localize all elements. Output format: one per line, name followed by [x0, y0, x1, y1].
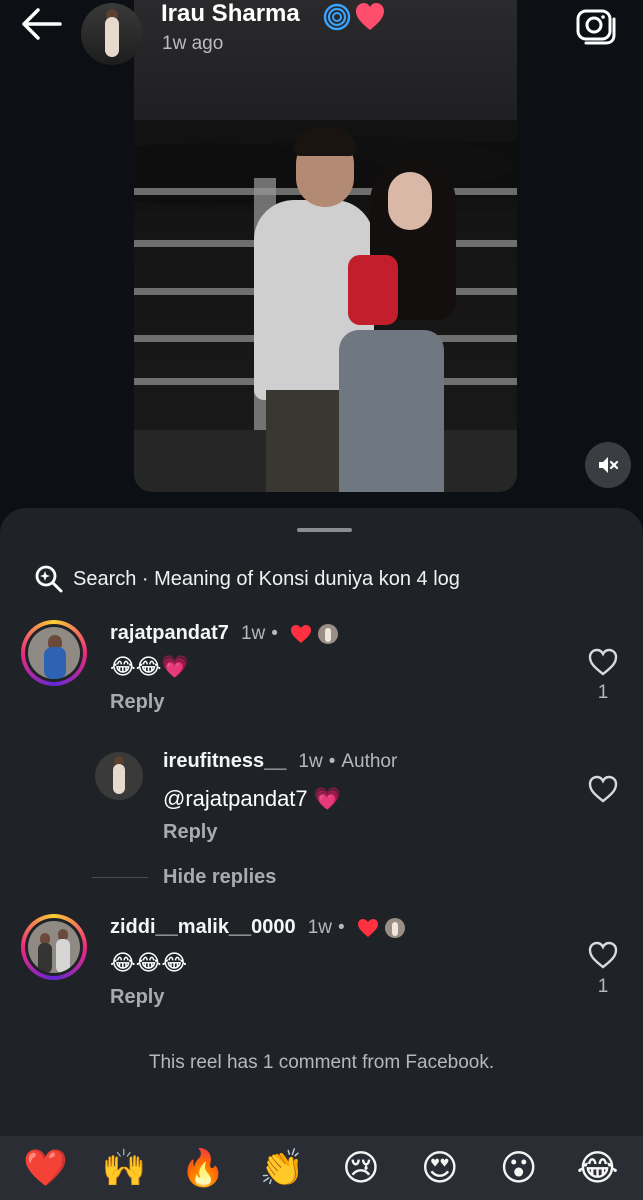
video-person — [294, 128, 356, 156]
like-count: 1 — [597, 976, 609, 997]
author-mini-avatar — [384, 917, 405, 938]
video-person — [388, 172, 432, 230]
meta-separator: • — [328, 750, 336, 772]
emoji-crying-button[interactable]: 😢 — [333, 1148, 389, 1188]
author-liked-heart-icon — [290, 624, 311, 643]
emoji-heart-button[interactable]: ❤️ — [17, 1148, 73, 1188]
meta-separator: • — [337, 916, 345, 938]
hide-replies-button[interactable]: Hide replies — [163, 866, 276, 889]
comment-time: 1w — [240, 622, 266, 644]
video-person — [339, 330, 444, 492]
comment-text: 😂😂💗 — [110, 654, 189, 679]
emoji-clap-button[interactable]: 👏 — [254, 1148, 310, 1188]
like-count: 1 — [597, 682, 609, 703]
commenter-avatar[interactable] — [21, 620, 87, 686]
author-name[interactable]: Irau Sharma — [161, 0, 300, 28]
speaker-muted-icon — [599, 457, 619, 473]
reply-avatar[interactable] — [95, 752, 143, 800]
emoji-heart-eyes-button[interactable]: 😍 — [412, 1148, 468, 1188]
thread-line — [92, 877, 148, 878]
emoji-raised-hands-button[interactable]: 🙌 — [96, 1148, 152, 1188]
author-badge: Author — [341, 750, 398, 772]
facebook-comments-note: This reel has 1 comment from Facebook. — [148, 1052, 495, 1073]
author-avatar[interactable] — [81, 3, 143, 65]
reply-text: @rajatpandat7 💗 — [163, 786, 341, 812]
comment-username[interactable]: ziddi__malik__0000 — [110, 916, 296, 939]
heart-outline-icon[interactable] — [588, 941, 618, 969]
comment-time: 1w — [307, 916, 332, 938]
pink-heart-icon — [356, 3, 384, 30]
reply-time: 1w — [298, 750, 323, 772]
sparkle-search-icon — [35, 565, 63, 593]
search-suggestion-text: Search · Meaning of Konsi duniya kon 4 l… — [73, 567, 460, 590]
emoji-fire-button[interactable]: 🔥 — [175, 1148, 231, 1188]
comments-sheet: Search · Meaning of Konsi duniya kon 4 l… — [0, 508, 643, 1200]
author-mini-avatar — [317, 623, 338, 644]
comment-meta: ziddi__malik__0000 1w • — [110, 916, 405, 939]
search-suggestion[interactable]: Search · Meaning of Konsi duniya kon 4 l… — [34, 563, 460, 595]
post-time: 1w ago — [162, 33, 224, 54]
reply-button[interactable]: Reply — [110, 691, 164, 714]
drag-handle[interactable] — [297, 528, 352, 532]
emoji-laughing-button[interactable]: 😂 — [570, 1148, 626, 1188]
back-arrow-icon[interactable] — [20, 6, 62, 42]
author-liked-heart-icon — [357, 918, 378, 937]
heart-outline-icon[interactable] — [588, 648, 618, 676]
reply-username[interactable]: ireufitness__ — [163, 750, 286, 773]
mute-button[interactable] — [585, 442, 631, 488]
comment-meta: rajatpandat7 1w • — [110, 622, 338, 645]
heart-outline-icon[interactable] — [588, 775, 618, 803]
video-person — [348, 255, 398, 325]
reply-button[interactable]: Reply — [110, 986, 164, 1009]
meta-separator: • — [271, 622, 278, 644]
comment-username[interactable]: rajatpandat7 — [110, 622, 229, 645]
reply-button[interactable]: Reply — [163, 821, 217, 844]
fingerprint-verified-icon — [323, 3, 351, 31]
reel-video[interactable] — [134, 0, 517, 492]
comment-text: 😂😂😂 — [110, 950, 188, 975]
mention-link[interactable]: @rajatpandat7 — [163, 786, 308, 811]
emoji-surprised-button[interactable]: 😮 — [491, 1148, 547, 1188]
commenter-avatar[interactable] — [21, 914, 87, 980]
reply-meta: ireufitness__ 1w • Author — [163, 750, 397, 773]
reply-emoji: 💗 — [313, 786, 342, 811]
quick-emoji-bar: ❤️ 🙌 🔥 👏 😢 😍 😮 😂 — [0, 1136, 643, 1200]
camera-icon[interactable] — [574, 5, 618, 45]
